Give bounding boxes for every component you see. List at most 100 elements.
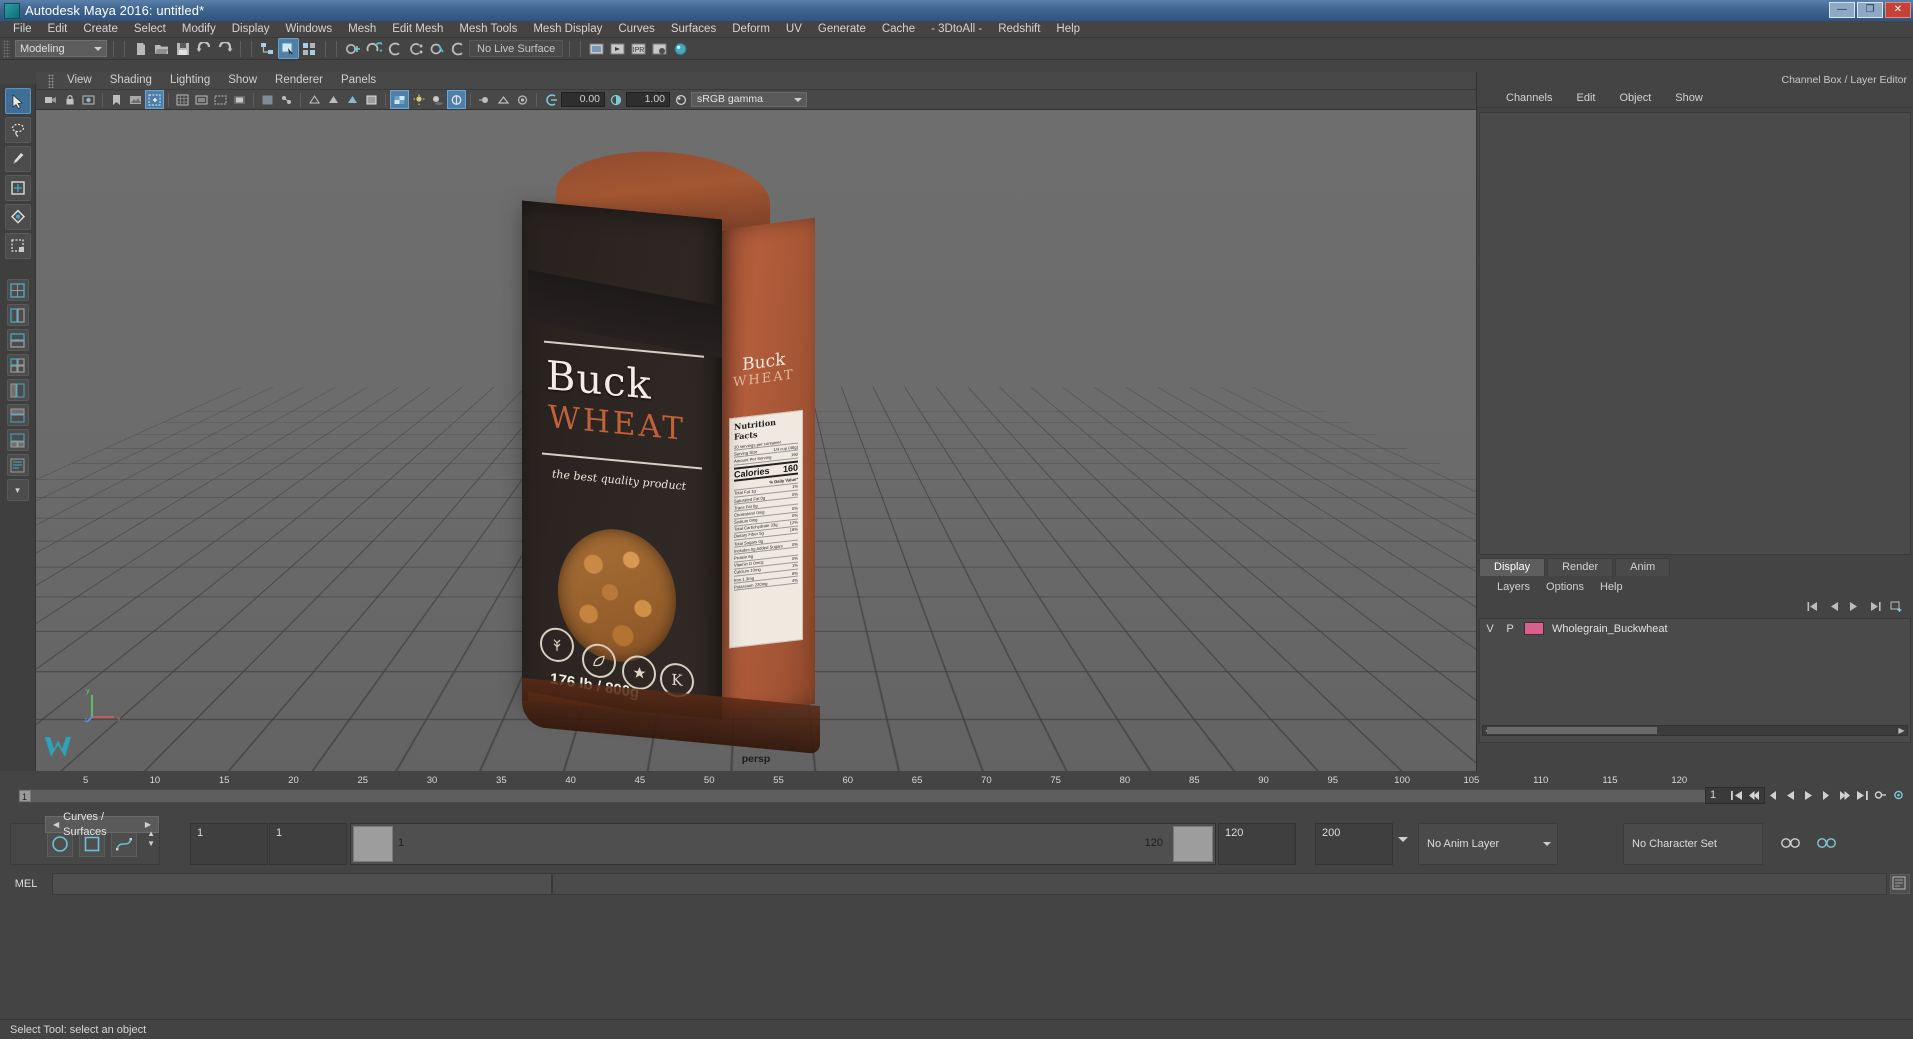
menu-uv[interactable]: UV: [778, 21, 810, 37]
step-back-key-button[interactable]: [1764, 786, 1781, 804]
move-tool-button[interactable]: [4, 175, 31, 201]
menu-file[interactable]: File: [5, 21, 40, 37]
menu-mesh[interactable]: Mesh: [340, 21, 384, 37]
shelf-prev-arrow-icon[interactable]: ◀: [53, 817, 59, 832]
range-slider[interactable]: 1 120: [350, 823, 1216, 865]
go-to-start-button[interactable]: [1728, 786, 1745, 804]
playback-start-time-field[interactable]: 1: [269, 823, 347, 865]
step-forward-key-button[interactable]: [1818, 786, 1835, 804]
gamma-icon[interactable]: [607, 91, 624, 108]
menu-mesh-tools[interactable]: Mesh Tools: [451, 21, 525, 37]
menu-modify[interactable]: Modify: [174, 21, 224, 37]
texture-toggle-icon[interactable]: [390, 90, 409, 109]
shelf-down-arrow-icon[interactable]: ▼: [147, 840, 155, 848]
menu-create[interactable]: Create: [75, 21, 126, 37]
xray-toggle-icon[interactable]: [259, 91, 276, 108]
script-editor-icon[interactable]: [1890, 874, 1910, 894]
layout-persp-graph-button[interactable]: [6, 429, 29, 451]
anim-layer-selector[interactable]: No Anim Layer: [1418, 823, 1558, 865]
tab-channels[interactable]: Channels: [1495, 90, 1563, 106]
layout-single-perspective-button[interactable]: [6, 279, 29, 301]
menu-surfaces[interactable]: Surfaces: [663, 21, 724, 37]
render-current-frame-button[interactable]: [608, 39, 627, 58]
menu-mesh-display[interactable]: Mesh Display: [525, 21, 610, 37]
snap-to-projected-center-button[interactable]: [406, 39, 425, 58]
select-tool-button[interactable]: [4, 88, 31, 114]
resolution-gate-icon[interactable]: [212, 91, 229, 108]
viewport-menu-renderer[interactable]: Renderer: [266, 72, 332, 89]
wireframe-on-shaded-icon[interactable]: [363, 91, 380, 108]
animation-preferences-button[interactable]: [1890, 786, 1907, 804]
wireframe-icon[interactable]: [306, 91, 323, 108]
paint-select-tool-button[interactable]: [4, 146, 31, 172]
image-plane-icon[interactable]: [127, 91, 144, 108]
snap-to-point-button[interactable]: [385, 39, 404, 58]
menu-deform[interactable]: Deform: [724, 21, 778, 37]
time-slider[interactable]: 5 10 15 20 25 30 35 40 45 50 55 60 65 70…: [18, 775, 1708, 803]
film-gate-icon[interactable]: [193, 91, 210, 108]
layer-last-icon[interactable]: [1869, 601, 1882, 612]
maximize-button[interactable]: ❐: [1857, 2, 1883, 18]
shelf-up-arrow-icon[interactable]: ▲: [147, 830, 155, 838]
lights-toggle-icon[interactable]: [410, 91, 427, 108]
playback-end-time-field[interactable]: 120: [1218, 823, 1296, 865]
hypershade-button[interactable]: [671, 39, 690, 58]
shadows-toggle-icon[interactable]: [429, 91, 446, 108]
toolbar-grip[interactable]: [3, 39, 10, 58]
play-backwards-button[interactable]: [1782, 786, 1799, 804]
layer-menu-help[interactable]: Help: [1592, 581, 1631, 593]
menu-curves[interactable]: Curves: [610, 21, 662, 37]
minimize-button[interactable]: —: [1829, 2, 1855, 18]
exposure-icon[interactable]: [542, 91, 559, 108]
ipr-render-button[interactable]: IPR: [629, 39, 648, 58]
step-forward-frame-button[interactable]: [1836, 786, 1853, 804]
go-to-end-button[interactable]: [1854, 786, 1871, 804]
select-by-object-button[interactable]: [278, 38, 299, 59]
channel-box-content[interactable]: [1479, 112, 1911, 555]
toolbox-more-button[interactable]: ▾: [6, 479, 29, 501]
new-scene-button[interactable]: [131, 39, 150, 58]
range-end-handle[interactable]: [1173, 826, 1213, 862]
viewport-menu-view[interactable]: View: [58, 72, 101, 89]
step-back-frame-button[interactable]: [1746, 786, 1763, 804]
tab-edit[interactable]: Edit: [1565, 90, 1606, 106]
tab-show[interactable]: Show: [1664, 90, 1714, 106]
viewport-menu-lighting[interactable]: Lighting: [161, 72, 219, 89]
menu-edit-mesh[interactable]: Edit Mesh: [384, 21, 451, 37]
tab-anim[interactable]: Anim: [1615, 558, 1671, 576]
layer-list-scrollbar[interactable]: ◀ ▶: [1482, 725, 1908, 736]
depth-of-field-icon[interactable]: [514, 91, 531, 108]
time-slider-track[interactable]: 1: [18, 789, 1708, 803]
xray-joints-icon[interactable]: [278, 91, 295, 108]
multisample-icon[interactable]: [495, 91, 512, 108]
display-layer-list[interactable]: V P Wholegrain_Buckwheat ◀ ▶: [1479, 618, 1911, 743]
gate-mask-icon[interactable]: [231, 91, 248, 108]
layout-two-pane-stacked-button[interactable]: [6, 329, 29, 351]
layer-next-icon[interactable]: [1848, 601, 1861, 612]
layout-persp-outliner-button[interactable]: [6, 379, 29, 401]
menu-display[interactable]: Display: [224, 21, 278, 37]
menu-set-selector[interactable]: Modeling: [15, 40, 107, 57]
layer-name[interactable]: Wholegrain_Buckwheat: [1552, 623, 1668, 635]
layout-four-pane-button[interactable]: [6, 354, 29, 376]
layout-hypershade-button[interactable]: [6, 404, 29, 426]
lasso-select-tool-button[interactable]: [4, 117, 31, 143]
camera-attributes-icon[interactable]: [80, 91, 97, 108]
snap-to-grid-button[interactable]: [343, 39, 362, 58]
layer-first-icon[interactable]: [1806, 601, 1819, 612]
smooth-shade-selected-icon[interactable]: [344, 91, 361, 108]
select-camera-icon[interactable]: [42, 91, 59, 108]
anim-layer-settings-icon[interactable]: [1779, 833, 1801, 853]
gamma-field[interactable]: 1.00: [626, 92, 670, 107]
layer-color-swatch[interactable]: [1524, 622, 1544, 635]
command-language-label[interactable]: MEL: [0, 878, 52, 890]
layer-menu-layers[interactable]: Layers: [1489, 581, 1538, 593]
layout-outliner-button[interactable]: [6, 454, 29, 476]
buckwheat-package-model[interactable]: Buck WHEAT Nutrition Facts 10 servings p…: [516, 132, 836, 755]
character-set-selector[interactable]: No Character Set: [1623, 823, 1763, 865]
range-start-handle[interactable]: [353, 826, 393, 862]
snap-to-curve-button[interactable]: [364, 39, 383, 58]
animation-start-time-field[interactable]: 1: [190, 823, 268, 865]
menu-cache[interactable]: Cache: [874, 21, 923, 37]
new-layer-icon[interactable]: [1890, 601, 1903, 612]
